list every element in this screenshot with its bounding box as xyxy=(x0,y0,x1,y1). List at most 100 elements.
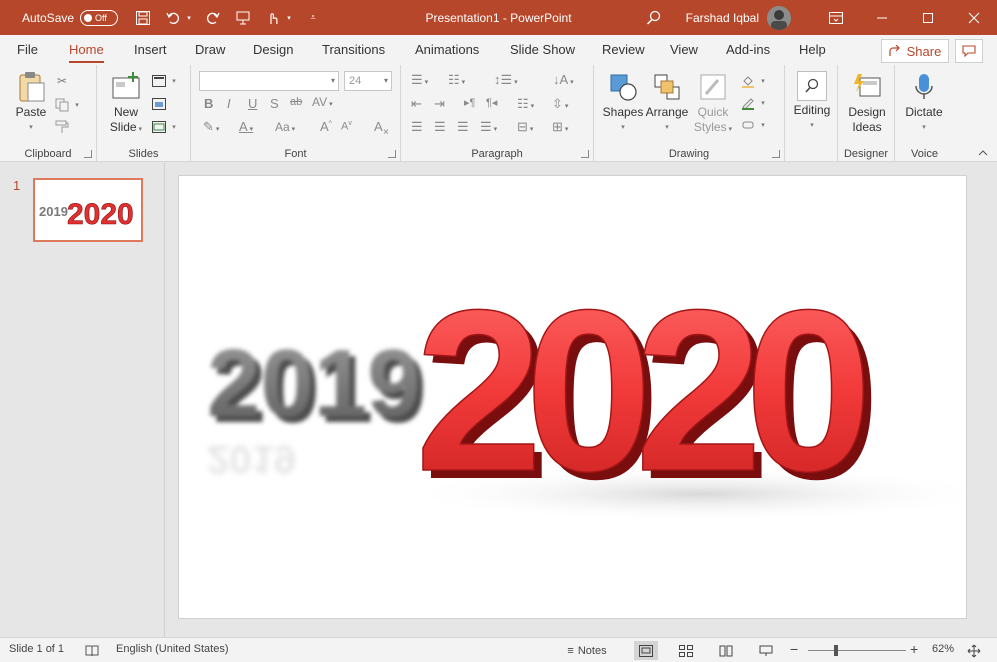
share-button[interactable]: Share xyxy=(881,39,949,63)
character-spacing-icon[interactable]: AV ▾ xyxy=(312,95,333,109)
presentation-icon[interactable] xyxy=(232,7,254,29)
vertical-scrollbar[interactable] xyxy=(981,163,997,637)
shape-fill-icon[interactable] xyxy=(740,73,756,89)
minimize-icon[interactable] xyxy=(859,0,905,35)
cut-icon[interactable]: ✂ xyxy=(54,73,70,89)
smartart-icon[interactable]: ⊞ ▾ xyxy=(552,119,568,135)
drawing-launcher-icon[interactable] xyxy=(772,150,780,158)
shape-outline-dropdown-icon[interactable]: ▾ xyxy=(758,95,768,111)
accessibility-icon[interactable] xyxy=(80,641,104,660)
touch-mode-icon[interactable] xyxy=(262,7,284,29)
tab-animations[interactable]: Animations xyxy=(415,35,479,65)
language[interactable]: English (United States) xyxy=(116,643,229,655)
font-size-combo[interactable]: 24 ▾ xyxy=(344,71,392,91)
tab-home[interactable]: Home xyxy=(69,35,104,65)
ribbon-display-options-icon[interactable] xyxy=(813,0,859,35)
shape-fill-dropdown-icon[interactable]: ▾ xyxy=(758,73,768,89)
section-icon[interactable] xyxy=(151,119,167,135)
collapse-ribbon-icon[interactable] xyxy=(975,145,991,161)
shape-effects-icon[interactable] xyxy=(740,117,756,133)
fit-to-window-icon[interactable] xyxy=(962,641,986,660)
align-right-icon[interactable]: ☰ xyxy=(457,119,469,135)
clipboard-launcher-icon[interactable] xyxy=(84,150,92,158)
tab-transitions[interactable]: Transitions xyxy=(322,35,385,65)
italic-icon[interactable]: I xyxy=(227,96,231,111)
tab-design[interactable]: Design xyxy=(253,35,293,65)
tab-add-ins[interactable]: Add-ins xyxy=(726,35,770,65)
line-spacing-icon[interactable]: ↕☰ ▾ xyxy=(494,72,518,88)
zoom-slider[interactable] xyxy=(808,650,906,651)
zoom-slider-handle[interactable] xyxy=(834,645,838,656)
paste-button[interactable]: Paste ▾ xyxy=(12,71,50,135)
rtl-icon[interactable]: ¶◂ xyxy=(486,96,497,109)
new-slide-button[interactable]: New Slide ▾ xyxy=(107,71,145,137)
customize-toolbar-icon[interactable]: ⩡ xyxy=(302,7,324,29)
font-launcher-icon[interactable] xyxy=(388,150,396,158)
reading-view-icon[interactable] xyxy=(714,641,738,660)
dictate-button[interactable]: Dictate ▾ xyxy=(901,71,947,135)
clear-formatting-icon[interactable]: A✕ xyxy=(374,119,389,137)
align-text-icon[interactable]: ⊟ ▾ xyxy=(517,119,533,135)
change-case-icon[interactable]: Aa ▾ xyxy=(275,120,295,134)
reset-slide-icon[interactable] xyxy=(151,96,167,112)
layout-icon[interactable] xyxy=(151,73,167,89)
increase-indent-icon[interactable]: ⇥ xyxy=(434,96,445,112)
save-icon[interactable] xyxy=(132,7,154,29)
bullets-icon[interactable]: ☰ ▾ xyxy=(411,72,428,88)
tab-insert[interactable]: Insert xyxy=(134,35,167,65)
font-name-combo[interactable]: ▾ xyxy=(199,71,339,91)
close-icon[interactable] xyxy=(951,0,997,35)
undo-icon[interactable] xyxy=(162,7,184,29)
autosave-toggle[interactable]: Off xyxy=(80,9,119,26)
increase-font-icon[interactable]: A^ xyxy=(320,119,332,134)
paste-dropdown-icon[interactable]: ▾ xyxy=(12,120,50,135)
zoom-out-icon[interactable]: − xyxy=(790,641,798,657)
section-dropdown-icon[interactable]: ▾ xyxy=(169,119,179,135)
strikethrough-icon[interactable]: ab xyxy=(290,96,302,108)
notes-button[interactable]: ≡ Notes xyxy=(558,641,616,660)
maximize-icon[interactable] xyxy=(905,0,951,35)
text-direction-icon[interactable]: ⇳ ▾ xyxy=(552,96,568,112)
arrange-button[interactable]: Arrange ▾ xyxy=(644,71,690,135)
sort-icon[interactable]: ↓A ▾ xyxy=(553,72,574,87)
tab-view[interactable]: View xyxy=(670,35,698,65)
normal-view-icon[interactable] xyxy=(634,641,658,660)
comments-icon[interactable] xyxy=(955,39,983,63)
search-icon[interactable] xyxy=(642,6,666,30)
copy-icon[interactable] xyxy=(54,97,70,113)
tab-review[interactable]: Review xyxy=(602,35,645,65)
shape-effects-dropdown-icon[interactable]: ▾ xyxy=(758,117,768,133)
redo-icon[interactable] xyxy=(202,7,224,29)
font-color-icon[interactable]: A ▾ xyxy=(239,119,253,134)
shapes-button[interactable]: Shapes ▾ xyxy=(602,71,644,135)
avatar[interactable] xyxy=(767,5,791,30)
tab-file[interactable]: File xyxy=(17,35,38,65)
slide-thumbnail[interactable]: 2019 2020 xyxy=(33,178,143,242)
user-name[interactable]: Farshad Iqbal xyxy=(686,11,759,25)
undo-dropdown-icon[interactable]: ▾ xyxy=(184,7,194,29)
ltr-icon[interactable]: ▸¶ xyxy=(464,96,475,109)
bold-icon[interactable]: B xyxy=(204,96,213,111)
numbering-icon[interactable]: ☷ ▾ xyxy=(448,72,465,88)
tab-help[interactable]: Help xyxy=(799,35,826,65)
tab-slide-show[interactable]: Slide Show xyxy=(510,35,575,65)
shape-outline-icon[interactable] xyxy=(740,95,756,111)
decrease-font-icon[interactable]: Av xyxy=(341,120,352,133)
align-left-icon[interactable]: ☰ xyxy=(411,119,423,135)
slide-sorter-icon[interactable] xyxy=(674,641,698,660)
highlight-icon[interactable]: ✎ ▾ xyxy=(203,119,219,135)
zoom-level[interactable]: 62% xyxy=(932,643,954,655)
decrease-indent-icon[interactable]: ⇤ xyxy=(411,96,422,112)
editing-button[interactable]: Editing ▾ xyxy=(789,71,835,133)
slide-canvas[interactable]: 2019 2019 2019 2020 2020 xyxy=(178,175,967,619)
design-ideas-button[interactable]: Design Ideas xyxy=(844,71,890,135)
format-painter-icon[interactable] xyxy=(54,119,70,135)
copy-dropdown-icon[interactable]: ▾ xyxy=(72,97,82,113)
quick-styles-button[interactable]: Quick Styles ▾ xyxy=(692,71,734,137)
justify-icon[interactable]: ☰ ▾ xyxy=(480,119,497,135)
text-shadow-icon[interactable]: S xyxy=(270,96,279,111)
paragraph-launcher-icon[interactable] xyxy=(581,150,589,158)
align-center-icon[interactable]: ☰ xyxy=(434,119,446,135)
underline-icon[interactable]: U xyxy=(248,96,257,111)
touch-dropdown-icon[interactable]: ▾ xyxy=(284,7,294,29)
